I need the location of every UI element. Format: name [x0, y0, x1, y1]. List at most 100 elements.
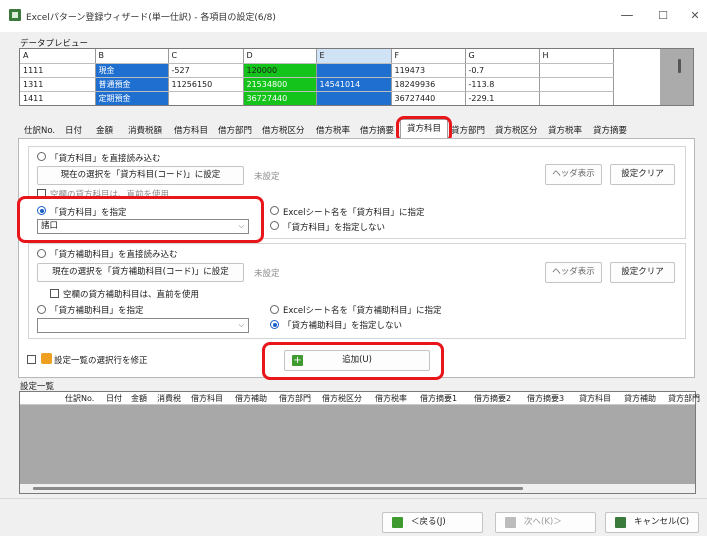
- preview-cell[interactable]: [539, 77, 614, 92]
- preview-scrollbar[interactable]: [660, 49, 693, 105]
- sub-account-blank-prev-checkbox[interactable]: [50, 289, 59, 298]
- preview-cell[interactable]: -0.7: [465, 63, 540, 78]
- sub-account-clear-button[interactable]: 設定クリア: [610, 262, 675, 283]
- list-col-header[interactable]: 借方摘要1: [420, 393, 457, 404]
- add-button[interactable]: + 追加(U): [284, 350, 430, 371]
- preview-row: 1411 定期預金 36727440 36727440 -229.1: [20, 91, 614, 105]
- tab-debit-account[interactable]: 借方科目: [174, 124, 208, 138]
- list-col-header[interactable]: 借方税区分: [322, 393, 362, 404]
- preview-col-header[interactable]: A: [20, 49, 96, 64]
- list-col-header[interactable]: 借方摘要2: [474, 393, 511, 404]
- list-col-header[interactable]: 貸方科目: [579, 393, 611, 404]
- list-col-header[interactable]: 貸方補助: [624, 393, 656, 404]
- preview-header-row: A B C D E F G H: [20, 49, 614, 64]
- data-preview-grid[interactable]: A B C D E F G H 1111 現金 -527 120000 1194…: [19, 48, 694, 106]
- preview-cell[interactable]: 21534800: [243, 77, 317, 92]
- maximize-button[interactable]: ☐: [654, 7, 672, 25]
- preview-cell[interactable]: 11256150: [168, 77, 244, 92]
- sub-read-direct-radio[interactable]: [37, 249, 46, 258]
- preview-cell[interactable]: 1411: [20, 91, 96, 105]
- window-title: Excelパターン登録ウィザード(単一仕訳) - 各項目の設定(6/8): [26, 13, 276, 23]
- settings-list-hscroll-thumb[interactable]: [33, 487, 523, 490]
- next-button[interactable]: 次へ(K)＞: [495, 512, 596, 533]
- sheet-name-account-radio[interactable]: [270, 206, 279, 215]
- account-select[interactable]: 諸口 ⌵: [37, 219, 249, 234]
- specify-account-radio[interactable]: [37, 206, 46, 215]
- minimize-button[interactable]: —: [618, 7, 636, 25]
- back-button[interactable]: ＜戻る(J): [382, 512, 483, 533]
- tab-tax-amount[interactable]: 消費税額: [128, 124, 162, 138]
- tab-debit-memo[interactable]: 借方摘要: [360, 124, 394, 138]
- account-clear-button[interactable]: 設定クリア: [610, 164, 675, 185]
- preview-col-header[interactable]: E: [316, 49, 392, 64]
- list-col-header[interactable]: 消費税: [157, 393, 181, 404]
- set-credit-sub-account-code-button[interactable]: 現在の選択を「貸方補助科目(コード)」に設定: [37, 263, 244, 282]
- account-select-value: 諸口: [41, 221, 59, 231]
- tab-journal-no[interactable]: 仕訳No.: [24, 124, 55, 138]
- preview-cell[interactable]: [539, 63, 614, 78]
- preview-scroll-thumb[interactable]: [678, 59, 681, 73]
- no-specify-account-radio[interactable]: [270, 221, 279, 230]
- fix-selection-checkbox[interactable]: [27, 355, 36, 364]
- read-direct-label: 「貸方科目」を直接読み込む: [50, 154, 161, 164]
- list-col-header[interactable]: 貸方部門: [668, 393, 700, 404]
- preview-cell[interactable]: 36727440: [243, 91, 317, 105]
- preview-row: 1111 現金 -527 120000 119473 -0.7: [20, 63, 614, 78]
- list-col-header[interactable]: 借方摘要3: [527, 393, 564, 404]
- preview-cell[interactable]: 14541014: [316, 77, 392, 92]
- preview-col-header[interactable]: G: [465, 49, 540, 64]
- preview-cell[interactable]: [539, 91, 614, 105]
- preview-col-header[interactable]: B: [95, 49, 169, 64]
- preview-col-header[interactable]: C: [168, 49, 244, 64]
- tab-credit-dept[interactable]: 貸方部門: [451, 124, 485, 138]
- list-col-header[interactable]: 金額: [131, 393, 147, 404]
- close-button[interactable]: ✕: [686, 7, 704, 25]
- preview-cell[interactable]: 18249936: [391, 77, 466, 92]
- preview-cell[interactable]: 1311: [20, 77, 96, 92]
- set-credit-account-code-button[interactable]: 現在の選択を「貸方科目(コード)」に設定: [37, 166, 244, 185]
- settings-list-hscrollbar[interactable]: [20, 484, 695, 493]
- tab-debit-dept[interactable]: 借方部門: [218, 124, 252, 138]
- tab-debit-tax-rate[interactable]: 借方税率: [316, 124, 350, 138]
- tab-date[interactable]: 日付: [65, 124, 82, 138]
- list-col-header[interactable]: 借方科目: [191, 393, 223, 404]
- preview-cell[interactable]: 36727440: [391, 91, 466, 105]
- sheet-name-sub-account-label: Excelシート名を「貸方補助科目」に指定: [283, 306, 442, 316]
- preview-cell[interactable]: -229.1: [465, 91, 540, 105]
- preview-cell[interactable]: 普通預金: [95, 77, 169, 92]
- edit-icon: [41, 353, 52, 364]
- list-col-header[interactable]: 借方補助: [235, 393, 267, 404]
- tab-debit-tax-class[interactable]: 借方税区分: [262, 124, 305, 138]
- read-direct-radio[interactable]: [37, 152, 46, 161]
- preview-cell[interactable]: -527: [168, 63, 244, 78]
- preview-col-header[interactable]: H: [539, 49, 614, 64]
- preview-cell[interactable]: 定期預金: [95, 91, 169, 105]
- preview-cell[interactable]: 1111: [20, 63, 96, 78]
- tab-credit-tax-class[interactable]: 貸方税区分: [495, 124, 538, 138]
- sheet-name-account-label: Excelシート名を「貸方科目」に指定: [283, 208, 425, 218]
- tab-amount[interactable]: 金額: [96, 124, 113, 138]
- preview-cell[interactable]: 120000: [243, 63, 317, 78]
- sub-account-header-view-button[interactable]: ヘッダ表示: [545, 262, 602, 283]
- tab-credit-tax-rate[interactable]: 貸方税率: [548, 124, 582, 138]
- cancel-button[interactable]: キャンセル(C): [605, 512, 699, 533]
- specify-sub-account-radio[interactable]: [37, 305, 46, 314]
- preview-cell[interactable]: [168, 91, 244, 105]
- sub-account-select[interactable]: ⌵: [37, 318, 249, 333]
- preview-col-header[interactable]: D: [243, 49, 317, 64]
- list-col-header[interactable]: 仕訳No.: [65, 393, 94, 404]
- preview-cell[interactable]: [316, 91, 392, 105]
- preview-cell[interactable]: 現金: [95, 63, 169, 78]
- preview-cell[interactable]: 119473: [391, 63, 466, 78]
- no-specify-sub-account-radio[interactable]: [270, 320, 279, 329]
- account-header-view-button[interactable]: ヘッダ表示: [545, 164, 602, 185]
- list-col-header[interactable]: 日付: [106, 393, 122, 404]
- preview-cell[interactable]: -113.8: [465, 77, 540, 92]
- preview-col-header[interactable]: F: [391, 49, 466, 64]
- list-col-header[interactable]: 借方税率: [375, 393, 407, 404]
- preview-cell[interactable]: [316, 63, 392, 78]
- settings-list[interactable]: 仕訳No. 日付 金額 消費税 借方科目 借方補助 借方部門 借方税区分 借方税…: [19, 391, 700, 494]
- tab-credit-memo[interactable]: 貸方摘要: [593, 124, 627, 138]
- sheet-name-sub-account-radio[interactable]: [270, 305, 279, 314]
- list-col-header[interactable]: 借方部門: [279, 393, 311, 404]
